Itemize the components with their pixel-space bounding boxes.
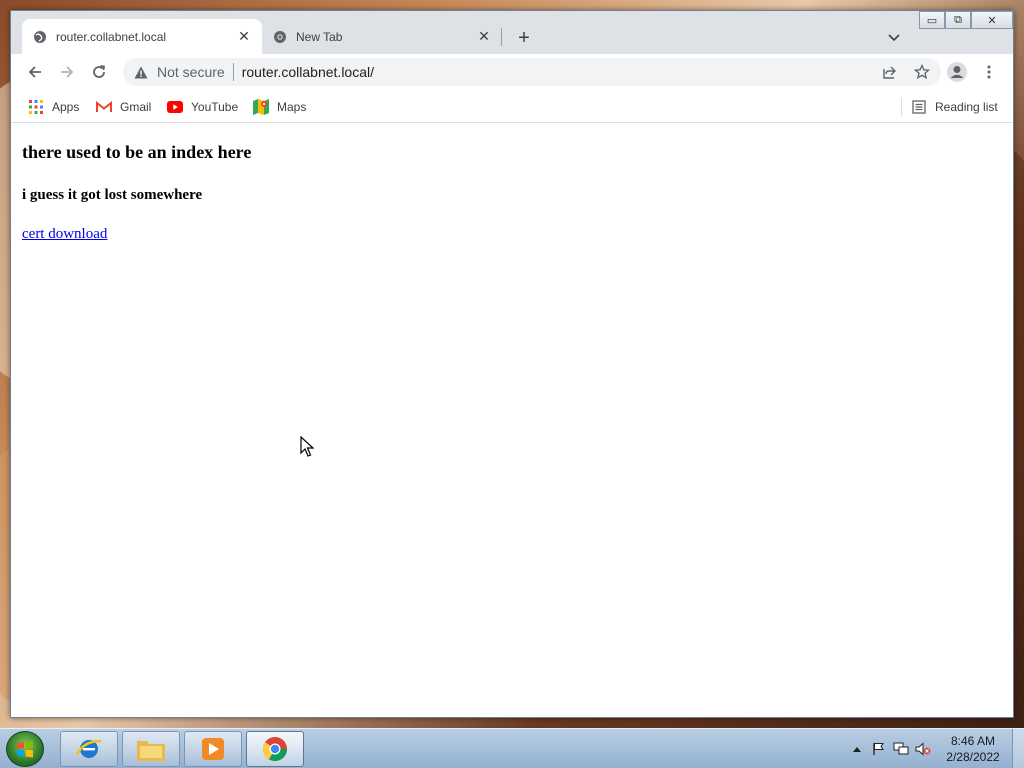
taskbar-internet-explorer[interactable] <box>60 731 118 767</box>
menu-kebab-icon[interactable] <box>975 58 1003 86</box>
reading-list-label: Reading list <box>935 100 998 114</box>
tab-close-icon[interactable]: ✕ <box>476 28 492 45</box>
tab-strip: router.collabnet.local ✕ New Tab ✕ + <box>11 11 1013 54</box>
toolbar: Not secure router.collabnet.local/ <box>11 54 1013 90</box>
profile-avatar-icon[interactable] <box>943 58 971 86</box>
media-player-icon <box>202 738 224 760</box>
bookmark-label: Apps <box>52 100 80 114</box>
address-bar[interactable]: Not secure router.collabnet.local/ <box>123 58 941 86</box>
action-center-flag-icon[interactable] <box>871 741 887 757</box>
omnibox-divider <box>232 63 234 81</box>
clock-date: 2/28/2022 <box>946 750 1000 764</box>
forward-arrow-icon[interactable] <box>53 58 81 86</box>
share-icon[interactable] <box>881 63 899 81</box>
taskbar-clock[interactable]: 8:46 AM 2/28/2022 <box>934 733 1012 765</box>
close-window-button[interactable]: ✕ <box>971 11 1013 29</box>
tab-close-icon[interactable]: ✕ <box>236 28 252 45</box>
new-tab-button[interactable]: + <box>511 25 537 51</box>
tab-router[interactable]: router.collabnet.local ✕ <box>22 19 262 54</box>
clock-time: 8:46 AM <box>950 734 996 748</box>
chrome-icon <box>272 29 288 45</box>
taskbar-chrome[interactable] <box>246 731 304 767</box>
folder-icon <box>137 741 165 761</box>
gmail-icon <box>96 99 112 115</box>
network-icon[interactable] <box>893 741 909 757</box>
browser-window: ▭ ⧉ ✕ router.collabnet.local ✕ New Tab ✕… <box>10 10 1014 718</box>
page-content: there used to be an index here i guess i… <box>11 123 1013 717</box>
bookmarks-bar: Apps Gmail YouTube Maps Reading list <box>11 90 1013 123</box>
bookmark-label: Gmail <box>120 100 152 114</box>
show-hidden-icons-chevron-icon[interactable] <box>849 741 865 757</box>
apps-grid-icon <box>28 99 44 115</box>
cert-download-link[interactable]: cert download <box>22 226 107 243</box>
warning-triangle-icon[interactable] <box>133 64 149 80</box>
page-subheading: i guess it got lost somewhere <box>22 187 203 203</box>
maps-icon <box>253 99 269 115</box>
taskbar-file-explorer[interactable] <box>122 731 180 767</box>
start-button[interactable] <box>6 731 44 767</box>
reading-list-button[interactable]: Reading list <box>911 96 998 118</box>
restore-button[interactable]: ⧉ <box>945 11 971 29</box>
tab-title: router.collabnet.local <box>56 29 167 44</box>
system-tray: 8:46 AM 2/28/2022 <box>846 729 1024 768</box>
page-heading: there used to be an index here <box>22 142 252 162</box>
bookmark-youtube[interactable]: YouTube <box>167 96 238 118</box>
security-status-label[interactable]: Not secure <box>157 64 225 80</box>
bookmark-star-icon[interactable] <box>913 63 931 81</box>
url-text[interactable]: router.collabnet.local/ <box>242 64 374 80</box>
bookmark-maps[interactable]: Maps <box>253 96 306 118</box>
minimize-button[interactable]: ▭ <box>919 11 945 29</box>
bookmark-gmail[interactable]: Gmail <box>96 96 151 118</box>
bookmark-label: YouTube <box>191 100 239 114</box>
volume-muted-icon[interactable] <box>915 741 931 757</box>
globe-icon <box>32 29 48 45</box>
chrome-logo-icon <box>262 737 287 762</box>
tab-search-chevron-icon[interactable] <box>883 27 905 49</box>
taskbar: 8:46 AM 2/28/2022 <box>0 728 1024 768</box>
reading-list-icon <box>911 99 927 115</box>
mouse-cursor-icon <box>300 436 314 457</box>
show-desktop-button[interactable] <box>1012 729 1024 768</box>
bookmark-apps[interactable]: Apps <box>28 96 79 118</box>
bookmark-label: Maps <box>277 100 307 114</box>
internet-explorer-icon <box>75 739 102 758</box>
youtube-icon <box>167 99 183 115</box>
taskbar-media-player[interactable] <box>184 731 242 767</box>
tab-new-tab[interactable]: New Tab ✕ <box>262 19 502 54</box>
windows-logo-icon <box>17 740 33 758</box>
bookmarks-divider <box>901 98 902 116</box>
tab-title: New Tab <box>296 29 343 44</box>
window-controls: ▭ ⧉ ✕ <box>919 11 1013 29</box>
reload-icon[interactable] <box>85 58 113 86</box>
back-arrow-icon[interactable] <box>21 58 49 86</box>
